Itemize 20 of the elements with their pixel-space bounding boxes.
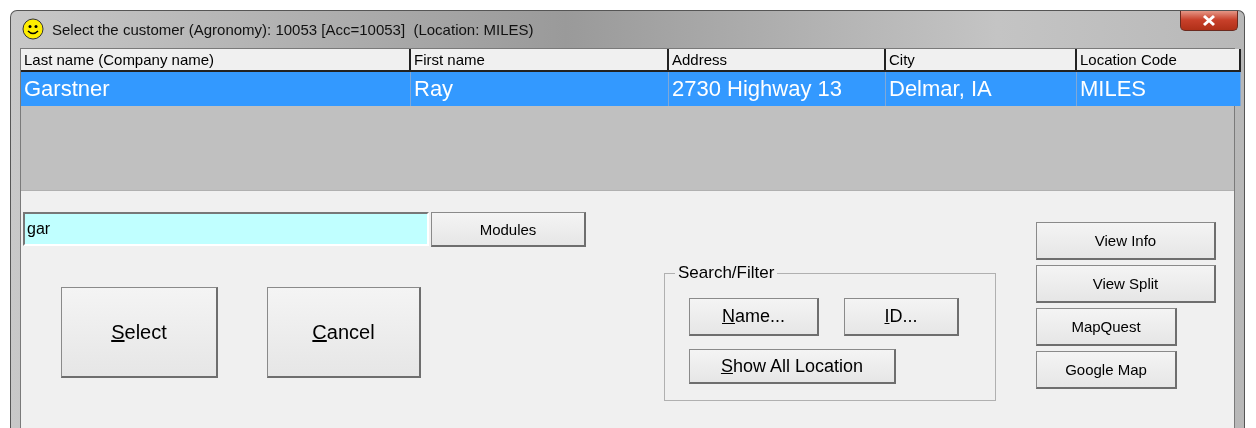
column-header[interactable]: Address — [669, 49, 886, 72]
column-header[interactable]: Location Code — [1077, 49, 1241, 72]
column-header[interactable]: First name — [411, 49, 669, 72]
column-header[interactable]: City — [886, 49, 1077, 72]
close-icon — [1201, 13, 1217, 27]
column-header[interactable]: Last name (Company name) — [21, 49, 411, 72]
map-button[interactable]: Google Map — [1036, 351, 1177, 389]
id-search-button[interactable]: ID... — [844, 298, 959, 336]
smiley-icon — [22, 18, 44, 40]
name-search-button[interactable]: Name... — [689, 298, 819, 336]
view-info-button[interactable]: View Info — [1036, 222, 1216, 260]
map-button[interactable]: MapQuest — [1036, 308, 1177, 346]
cancel-button[interactable]: Cancel — [267, 287, 421, 378]
view-split-button[interactable]: View Split — [1036, 265, 1216, 303]
modules-button[interactable]: Modules — [431, 212, 586, 247]
close-button[interactable] — [1180, 11, 1238, 31]
search-field[interactable]: gar — [23, 212, 429, 246]
window-title: Select the customer (Agronomy): 10053 [Acc=10053] (Location: MILES) — [52, 20, 534, 38]
show-all-button[interactable]: Show All Location — [689, 349, 896, 384]
select-button[interactable]: Select — [61, 287, 218, 378]
